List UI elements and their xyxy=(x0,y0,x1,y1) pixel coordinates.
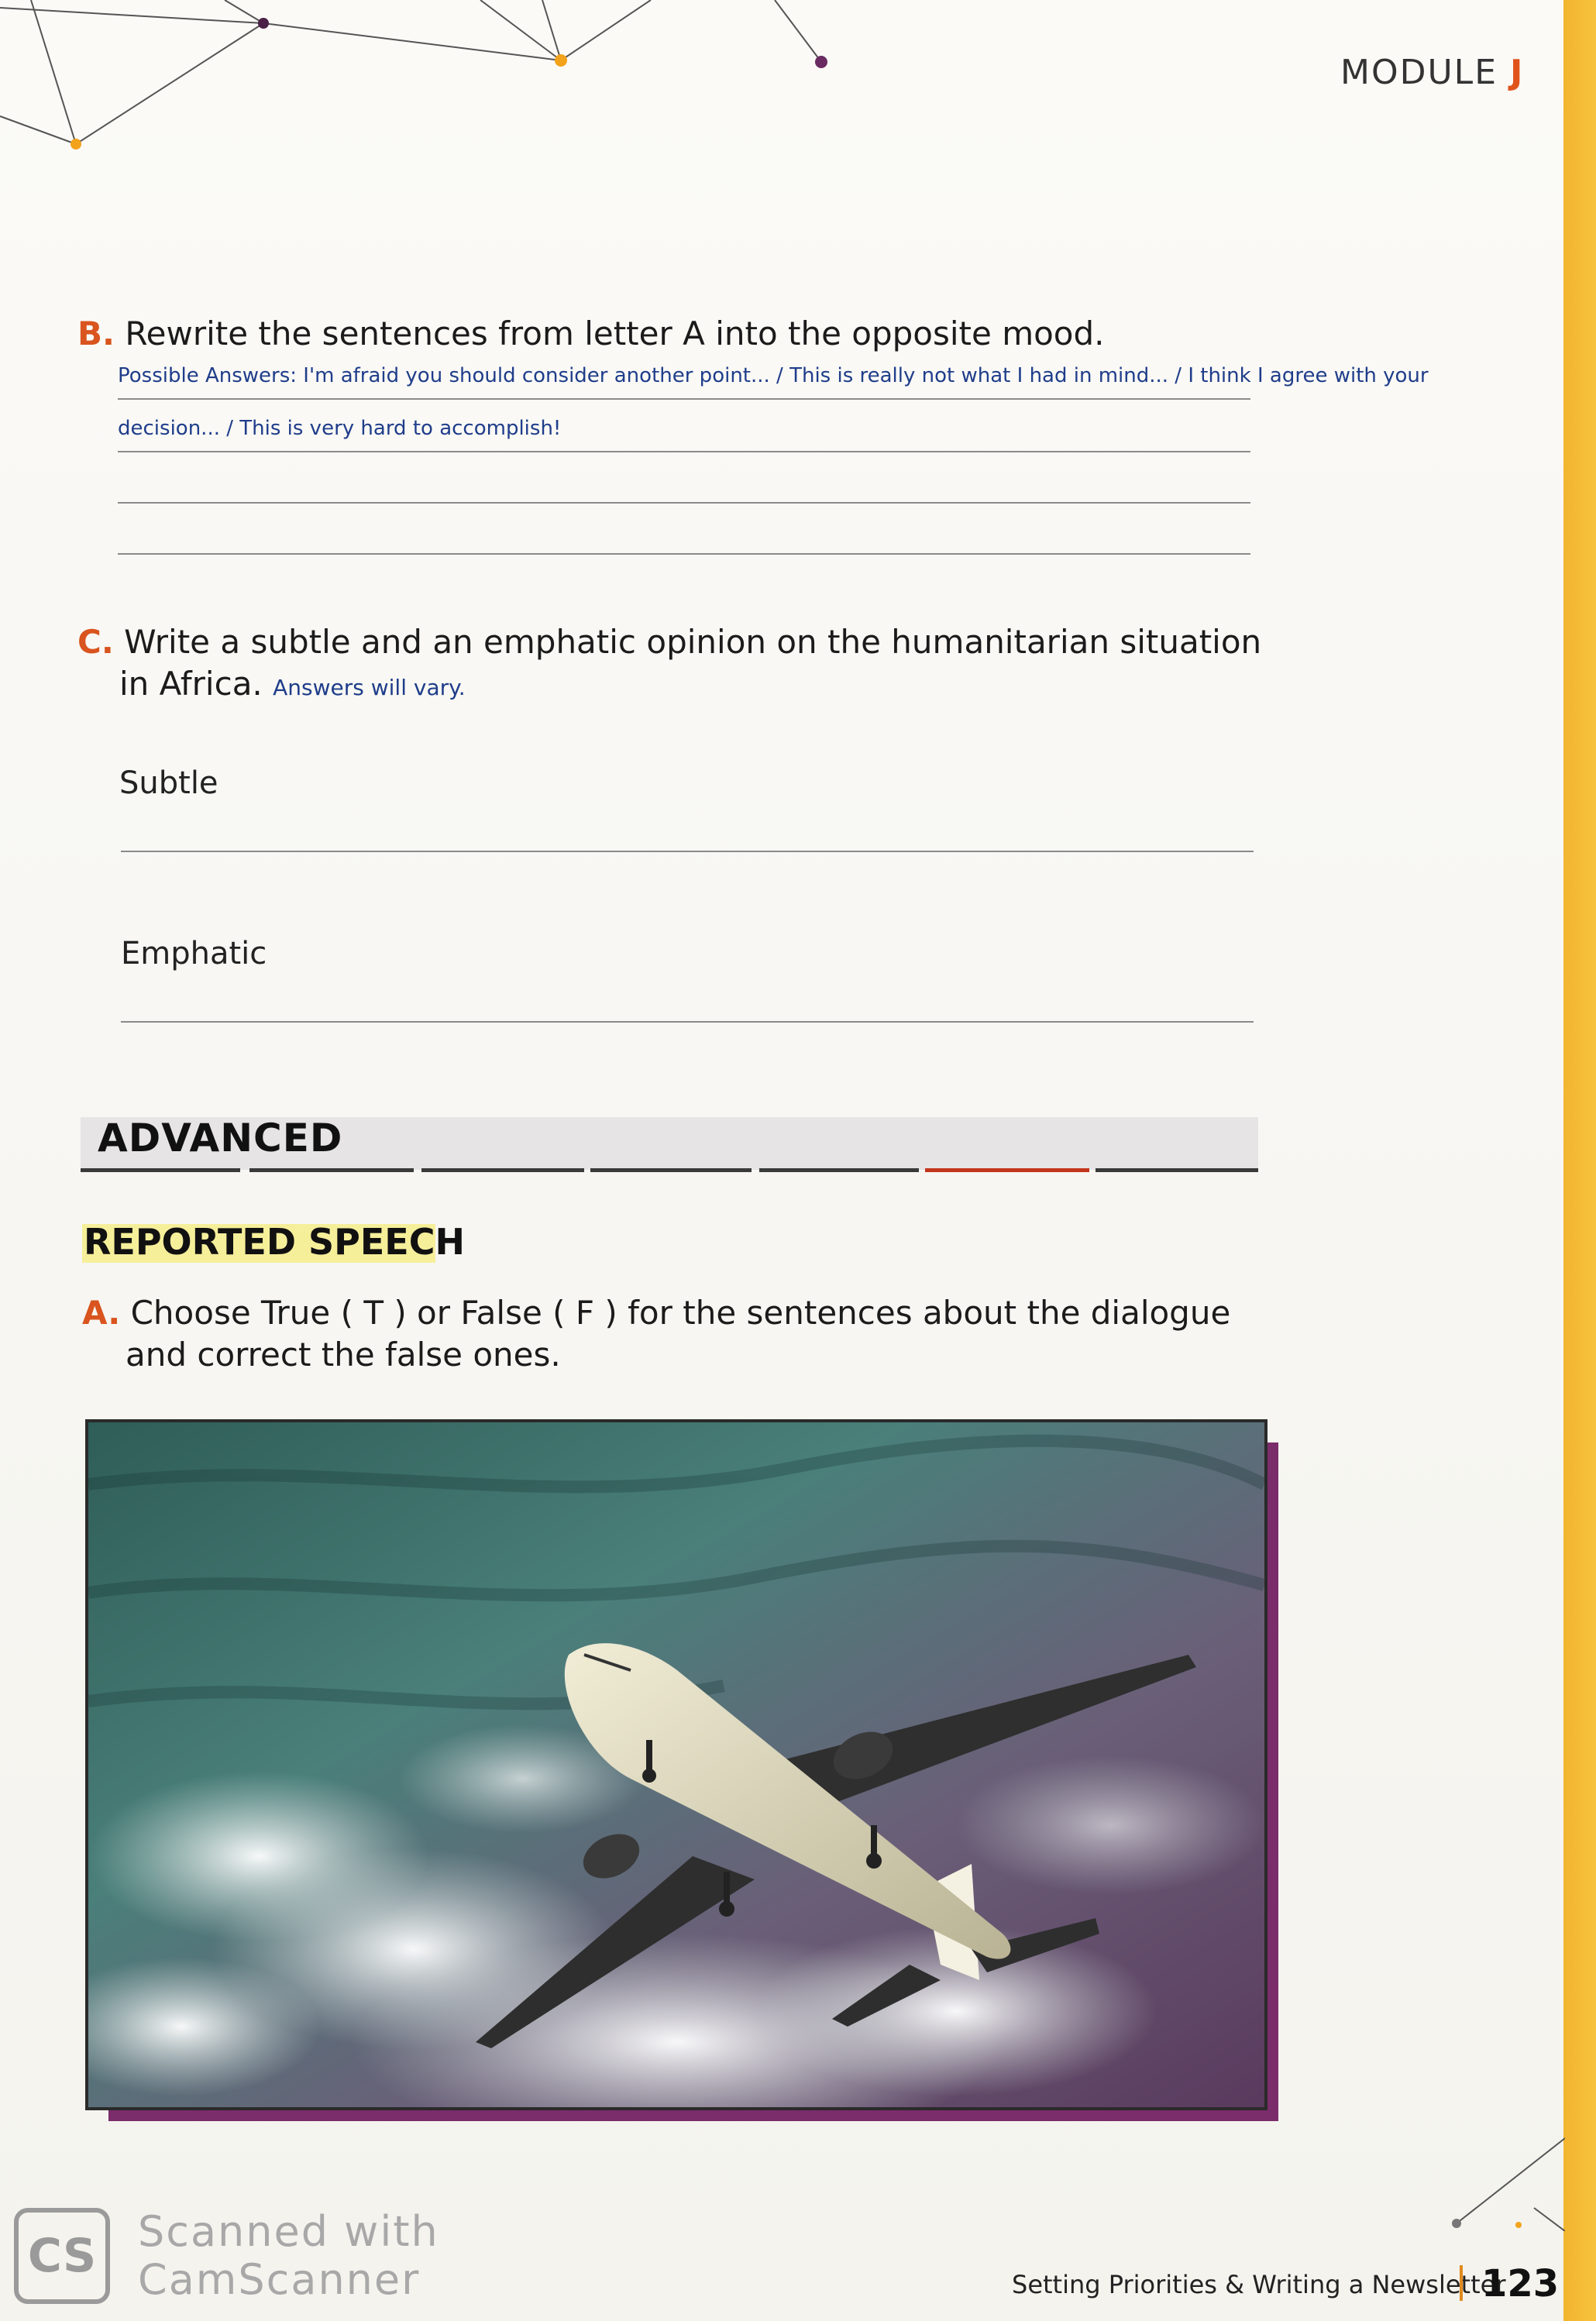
question-a-letter: A. xyxy=(82,1294,121,1332)
question-a-prompt-line-2: and correct the false ones. xyxy=(126,1336,561,1374)
page-edge-strip xyxy=(1563,0,1596,2321)
question-a: A. Choose True ( T ) or False ( F ) for … xyxy=(82,1292,1230,1334)
answer-line xyxy=(118,398,1250,400)
banner-segment xyxy=(1096,1168,1258,1172)
question-b-answer-line-1: Possible Answers: I'm afraid you should … xyxy=(118,364,1429,387)
question-b: B. Rewrite the sentences from letter A i… xyxy=(77,313,1105,355)
answer-line xyxy=(118,451,1250,452)
watermark-line-1: Scanned with xyxy=(138,2207,439,2256)
reported-speech-title: REPORTED SPEECH xyxy=(84,1221,465,1263)
question-b-prompt: Rewrite the sentences from letter A into… xyxy=(125,315,1105,352)
page-number: 123 xyxy=(1481,2262,1560,2306)
decorative-corner-graphic xyxy=(1452,2137,1565,2231)
subtle-label: Subtle xyxy=(119,765,218,801)
footer-separator xyxy=(1460,2265,1463,2301)
camscanner-watermark: Scanned with CamScanner xyxy=(138,2208,439,2304)
subtle-answer-line[interactable] xyxy=(121,851,1254,852)
answer-line xyxy=(118,553,1250,555)
question-c-prompt-line-2: in Africa. xyxy=(119,665,263,703)
question-a-line-2: and correct the false ones. xyxy=(126,1334,561,1376)
module-letter: J xyxy=(1510,53,1525,92)
camscanner-logo: CS xyxy=(14,2208,110,2304)
question-b-letter: B. xyxy=(77,315,115,352)
airplane-photo xyxy=(85,1419,1268,2110)
banner-segment xyxy=(759,1168,919,1172)
question-b-answer-line-2: decision... / This is very hard to accom… xyxy=(118,417,562,440)
banner-segment-active xyxy=(925,1168,1089,1172)
answer-line xyxy=(118,502,1250,504)
advanced-title: ADVANCED xyxy=(98,1116,343,1160)
banner-segment xyxy=(249,1168,414,1172)
footer-chapter: Setting Priorities & Writing a Newslette… xyxy=(1012,2270,1506,2299)
airplane-illustration xyxy=(88,1422,1264,2107)
banner-segment xyxy=(81,1168,240,1172)
question-c-line-2: in Africa. Answers will vary. xyxy=(119,663,466,709)
decorative-network-graphic xyxy=(0,0,827,150)
emphatic-answer-line[interactable] xyxy=(121,1021,1254,1023)
banner-segment xyxy=(421,1168,584,1172)
module-tag: MODULE J xyxy=(1340,53,1524,92)
question-c: C. Write a subtle and an emphatic opinio… xyxy=(77,621,1261,663)
question-a-prompt-line-1: Choose True ( T ) or False ( F ) for the… xyxy=(130,1294,1231,1332)
question-c-letter: C. xyxy=(77,623,114,661)
module-label: MODULE xyxy=(1340,53,1498,92)
watermark-line-2: CamScanner xyxy=(138,2255,421,2304)
question-c-prompt-line-1: Write a subtle and an emphatic opinion o… xyxy=(124,623,1262,661)
emphatic-label: Emphatic xyxy=(121,936,267,971)
banner-segment xyxy=(590,1168,752,1172)
question-c-answer-note: Answers will vary. xyxy=(273,675,466,700)
